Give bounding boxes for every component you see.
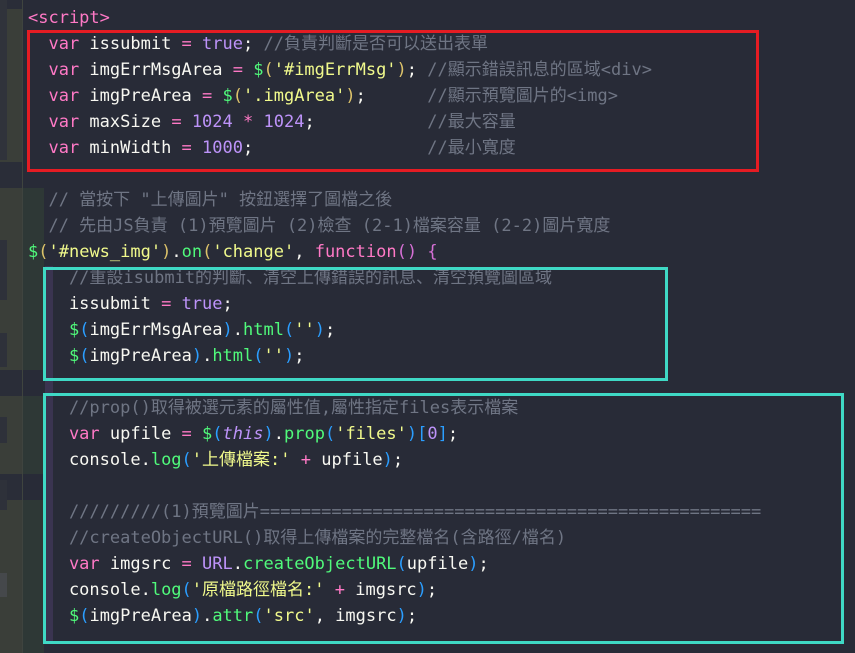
code-token-tag: <script> [28, 8, 110, 28]
code-token-b1: ( [202, 242, 212, 262]
code-token-str: 'change' [212, 242, 294, 262]
code-token-var [417, 242, 427, 262]
teal-annotation-box-1 [43, 267, 668, 381]
code-token-var: , [294, 242, 314, 262]
code-token-b2: { [427, 242, 437, 262]
code-token-str: '#news_img' [49, 242, 162, 262]
code-token-var: . [171, 242, 181, 262]
red-annotation-box [27, 30, 759, 172]
code-editor-screenshot: { "palette": { "kw": "#ff79c6", "op": "#… [0, 0, 855, 653]
teal-annotation-box-2 [43, 393, 844, 644]
code-token-b1: ( [38, 242, 48, 262]
code-token-b1: ) [161, 242, 171, 262]
code-token-fn: on [182, 242, 202, 262]
code-token-cm: // 先由JS負責 (1)預覽圖片 (2)檢查 (2-1)檔案容量 (2-2)圖… [28, 216, 610, 236]
code-token-cm: // 當按下 "上傳圖片" 按鈕選擇了圖檔之後 [28, 190, 392, 210]
code-line: $('#news_img').on('change', function() { [0, 239, 761, 265]
code-line: // 當按下 "上傳圖片" 按鈕選擇了圖檔之後 [0, 187, 761, 213]
code-token-kw: function [315, 242, 397, 262]
code-token-fn: $ [28, 242, 38, 262]
code-token-b2: () [397, 242, 417, 262]
code-line: <script> [0, 5, 761, 31]
code-line: // 先由JS負責 (1)預覽圖片 (2)檢查 (2-1)檔案容量 (2-2)圖… [0, 213, 761, 239]
